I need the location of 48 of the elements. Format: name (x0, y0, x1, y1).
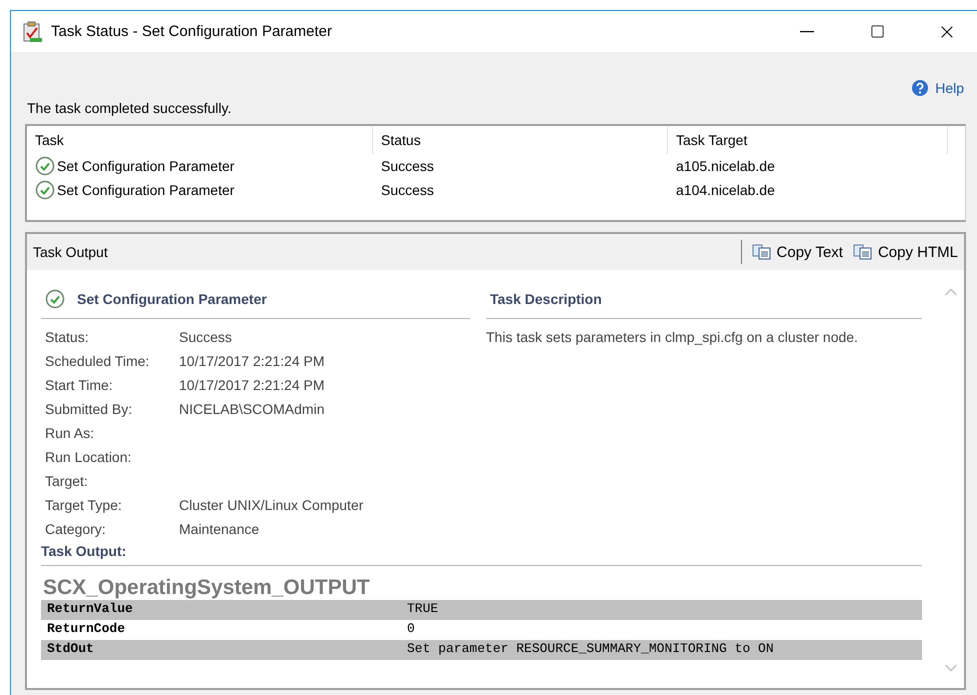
field-value: Cluster UNIX/Linux Computer (179, 497, 364, 515)
task-name: Set Configuration Parameter (57, 158, 234, 174)
check-circle-icon (35, 156, 55, 176)
task-target: a105.nicelab.de (676, 158, 775, 174)
field-label: Run As: (45, 425, 96, 443)
copy-button[interactable]: Copy Text (752, 244, 843, 260)
field-label: Category: (45, 521, 107, 539)
description-heading: Task Description (490, 291, 602, 307)
output-value-cell: TRUE (401, 600, 922, 620)
task-status: Success (381, 158, 434, 174)
minimize-icon (800, 30, 814, 32)
field-label: Target: (45, 473, 89, 491)
field-value: 10/17/2017 2:21:24 PM (179, 353, 326, 371)
copy-button[interactable]: Copy HTML (852, 244, 958, 260)
field-value: Maintenance (179, 521, 260, 539)
output-name-cell: ReturnValue (41, 600, 401, 620)
task-status: Success (381, 182, 434, 198)
field-value: NICELAB\SCOMAdmin (179, 401, 326, 419)
status-message: The task completed successfully. (27, 100, 232, 116)
copy-icon (752, 244, 772, 260)
output-name-cell: StdOut (41, 640, 401, 660)
clipboard-check-icon (21, 20, 43, 42)
field-label: Run Location: (45, 449, 132, 467)
help-icon (911, 79, 930, 97)
panel-title: Task Output (33, 244, 109, 260)
task-target: a104.nicelab.de (676, 182, 775, 198)
output-heading: SCX_OperatingSystem_OUTPUT (42, 575, 371, 600)
field-label: Start Time: (45, 377, 114, 395)
task-name-heading: Set Configuration Parameter (77, 291, 267, 307)
field-label: Scheduled Time: (45, 353, 150, 371)
maximize-icon (870, 24, 884, 39)
check-circle-icon (35, 180, 55, 200)
check-circle-icon (45, 289, 65, 309)
task-name: Set Configuration Parameter (57, 182, 234, 198)
field-value: 10/17/2017 2:21:24 PM (179, 377, 326, 395)
column-header[interactable]: Task (27, 126, 373, 154)
output-label: Task Output: (41, 541, 922, 566)
help-link[interactable]: Help (911, 78, 964, 98)
column-header[interactable]: Task Target (668, 126, 948, 154)
output-value-cell: Set parameter RESOURCE_SUMMARY_MONITORING to ON (401, 640, 922, 660)
window-title: Task Status - Set Configuration Parameter (51, 23, 333, 40)
field-label: Target Type: (45, 497, 123, 515)
field-label: Status: (45, 329, 90, 347)
field-value: Success (179, 329, 233, 347)
copy-icon (852, 244, 873, 260)
field-label: Submitted By: (45, 401, 134, 419)
task-description: This task sets parameters in clmp_spi.cfg on a cluster node. (486, 328, 859, 345)
column-header[interactable]: Status (373, 126, 668, 154)
